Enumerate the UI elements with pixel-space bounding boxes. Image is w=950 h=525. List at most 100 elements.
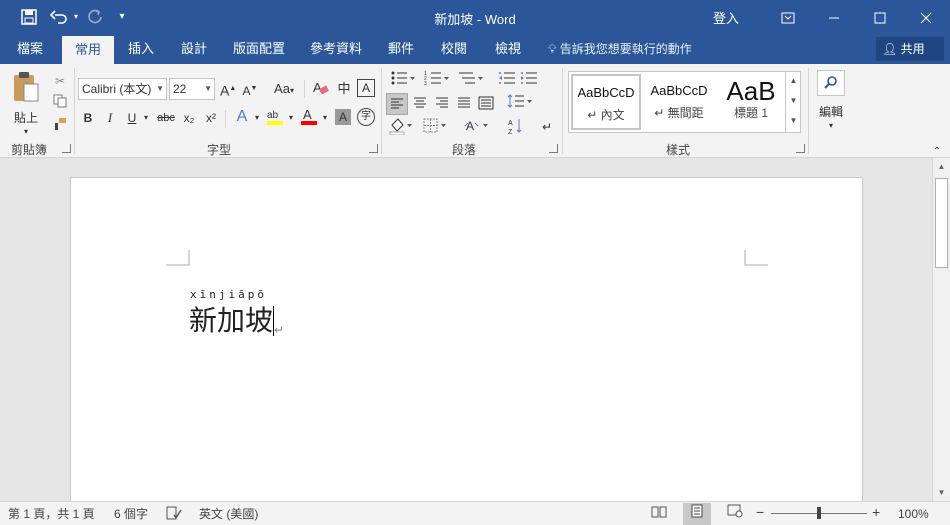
chevron-up-icon[interactable]: ▲ — [786, 71, 801, 91]
shrink-font-icon[interactable]: A▼ — [242, 79, 258, 101]
font-size-dropdown[interactable]: 22 ▼ — [169, 78, 215, 100]
numbering-button[interactable]: 123 — [422, 70, 452, 92]
tab-layout[interactable]: 版面配置 — [226, 34, 292, 64]
scroll-up-icon[interactable]: ▲ — [933, 158, 950, 175]
text-effects-button[interactable]: A — [232, 107, 252, 127]
tab-design[interactable]: 設計 — [172, 34, 216, 64]
tab-review[interactable]: 校閱 — [432, 34, 476, 64]
style-no-spacing[interactable]: AaBbCcD ↵ 無間距 — [643, 74, 715, 130]
align-right-button[interactable] — [432, 93, 452, 116]
style-name: 標題 1 — [733, 106, 768, 120]
grow-font-icon[interactable]: A▲ — [220, 79, 236, 101]
read-mode-icon[interactable] — [645, 503, 673, 525]
multilevel-list-button[interactable] — [456, 70, 486, 92]
chevron-down-icon[interactable]: ▼ — [786, 91, 801, 111]
customize-qat-icon[interactable]: ▾ — [113, 8, 131, 26]
zoom-level[interactable]: 100% — [898, 506, 929, 522]
shading-button[interactable] — [386, 117, 416, 141]
tab-view[interactable]: 檢視 — [486, 34, 530, 64]
clipboard-dialog-launcher-icon[interactable] — [62, 144, 71, 153]
copy-icon[interactable] — [50, 94, 70, 114]
vertical-scrollbar[interactable]: ▲ ▼ — [932, 158, 950, 501]
tab-references[interactable]: 參考資料 — [302, 34, 370, 64]
font-color-button[interactable]: A — [298, 106, 320, 132]
line-spacing-button[interactable] — [505, 93, 535, 115]
subscript-button[interactable]: x₂ — [180, 108, 198, 128]
character-shading-button[interactable]: A — [335, 109, 351, 125]
sort-button[interactable]: AZ — [506, 117, 526, 141]
lightbulb-icon: 💡︎ — [548, 42, 557, 56]
strikethrough-button[interactable]: abc — [155, 108, 177, 128]
font-name-dropdown[interactable]: Calibri (本文) ▼ — [78, 78, 167, 100]
close-button[interactable] — [903, 0, 949, 34]
italic-button[interactable]: I — [102, 108, 118, 128]
word-count[interactable]: 6 個字 — [114, 506, 148, 522]
change-case-button[interactable]: Aa▾ — [270, 79, 298, 101]
zoom-in-button[interactable]: + — [872, 504, 880, 520]
scroll-thumb[interactable] — [935, 178, 948, 268]
justify-button[interactable] — [454, 93, 474, 116]
underline-dropdown-icon[interactable]: ▾ — [141, 108, 151, 128]
tell-me-box[interactable]: 💡︎ 告訴我您想要執行的動作 — [548, 34, 692, 64]
language-indicator[interactable]: 英文 (美國) — [199, 506, 258, 522]
bold-button[interactable]: B — [80, 108, 96, 128]
share-button[interactable]: 👤︎ 共用 — [876, 37, 944, 61]
underline-button[interactable]: U — [124, 108, 140, 128]
tab-home[interactable]: 常用 — [62, 36, 114, 64]
text-effects-dropdown-icon[interactable]: ▾ — [252, 108, 262, 128]
paragraph-dialog-launcher-icon[interactable] — [549, 144, 558, 153]
signin-link[interactable]: 登入 — [713, 8, 739, 27]
svg-text:ab: ab — [267, 110, 279, 121]
style-preview: AaBbCcD — [577, 85, 635, 100]
format-painter-icon[interactable] — [50, 117, 70, 137]
style-heading-1[interactable]: AaB 標題 1 — [715, 74, 787, 130]
font-color-dropdown-icon[interactable]: ▾ — [320, 108, 330, 128]
decrease-indent-button[interactable] — [497, 70, 517, 92]
show-hide-marks-button[interactable]: ↵ — [538, 117, 556, 137]
crop-mark — [744, 250, 768, 266]
maximize-button[interactable] — [857, 0, 903, 34]
paragraph-group-label: 段落 — [452, 143, 477, 157]
document-text[interactable]: 新加坡↵ — [189, 299, 284, 339]
more-styles-icon[interactable]: ▼ — [786, 111, 801, 131]
style-normal[interactable]: AaBbCcD ↵ 內文 — [571, 74, 641, 130]
style-preview: AaBbCcD — [650, 83, 708, 98]
phonetic-guide-button[interactable]: 中 — [334, 79, 354, 99]
undo-dropdown-icon[interactable]: ▾ — [67, 8, 85, 26]
tab-insert[interactable]: 插入 — [120, 34, 162, 64]
character-border-button[interactable]: A — [357, 79, 375, 97]
svg-text:A: A — [313, 80, 322, 95]
distributed-button[interactable] — [476, 93, 496, 116]
enclose-characters-button[interactable]: 字 — [357, 108, 375, 126]
save-icon[interactable] — [20, 8, 38, 26]
minimize-button[interactable] — [811, 0, 857, 34]
font-dialog-launcher-icon[interactable] — [369, 144, 378, 153]
superscript-button[interactable]: x² — [202, 108, 220, 128]
zoom-slider-thumb[interactable] — [817, 507, 821, 519]
document-page[interactable]: xīnjiāpō 新加坡↵ — [70, 177, 863, 517]
highlight-dropdown-icon[interactable]: ▾ — [286, 108, 296, 128]
paste-button[interactable]: 貼上 ▾ — [10, 70, 42, 136]
editing-button[interactable]: 編輯 ▾ — [814, 70, 848, 134]
page-count[interactable]: 第 1 頁，共 1 頁 — [8, 506, 95, 522]
increase-indent-button[interactable] — [519, 70, 539, 92]
undo-icon[interactable] — [49, 8, 68, 26]
clear-formatting-icon[interactable]: A — [312, 79, 330, 101]
proofing-icon[interactable] — [166, 506, 182, 524]
ribbon-display-options-icon[interactable] — [765, 0, 811, 34]
borders-button[interactable] — [420, 117, 450, 141]
cut-icon[interactable]: ✂ — [50, 71, 70, 91]
highlight-color-button[interactable]: ab — [264, 106, 286, 132]
align-center-button[interactable] — [410, 93, 430, 116]
redo-icon[interactable] — [86, 8, 104, 26]
styles-dialog-launcher-icon[interactable] — [796, 144, 805, 153]
bullets-button[interactable] — [388, 70, 418, 92]
web-layout-icon[interactable] — [721, 503, 749, 525]
print-layout-icon[interactable] — [683, 503, 711, 525]
zoom-out-button[interactable]: − — [756, 504, 764, 520]
scroll-down-icon[interactable]: ▼ — [933, 484, 950, 501]
tab-file[interactable]: 檔案 — [8, 34, 52, 64]
tab-mailings[interactable]: 郵件 — [380, 34, 422, 64]
asian-layout-button[interactable]: A — [462, 117, 492, 141]
align-left-button[interactable] — [386, 93, 408, 115]
